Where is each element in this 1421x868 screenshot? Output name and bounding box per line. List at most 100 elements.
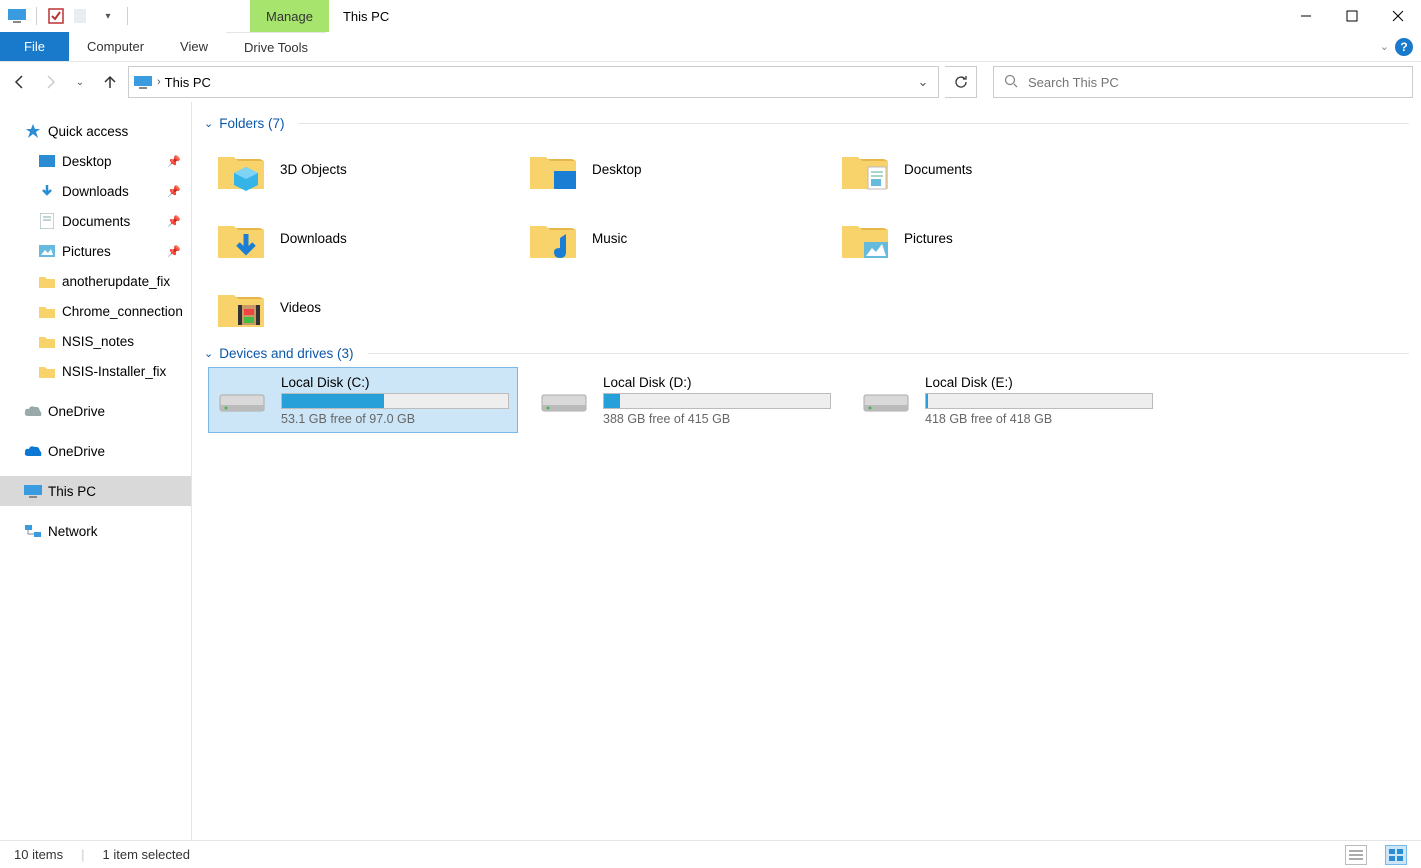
view-details-button[interactable] [1345,845,1367,865]
address-bar[interactable]: › This PC ⌄ [128,66,939,98]
tab-view[interactable]: View [162,32,226,61]
sidebar-item-desktop[interactable]: Desktop 📌 [0,146,191,176]
tab-computer[interactable]: Computer [69,32,162,61]
new-folder-icon[interactable] [71,5,93,27]
tab-file[interactable]: File [0,32,69,61]
quick-access-toolbar: ▾ [0,0,138,32]
status-item-count: 10 items [14,847,63,862]
drive-icon [861,380,911,420]
folder-item[interactable]: 3D Objects [208,137,508,202]
sidebar-label: NSIS_notes [62,334,134,349]
sidebar-item-folder[interactable]: Chrome_connection [0,296,191,326]
network-icon [24,522,42,540]
onedrive-icon [24,442,42,460]
address-dropdown-icon[interactable]: ⌄ [912,74,934,90]
sidebar-item-folder[interactable]: NSIS-Installer_fix [0,356,191,386]
folder-icon [216,283,266,333]
drive-name: Local Disk (D:) [603,375,831,390]
pin-icon: 📌 [167,185,181,198]
folder-item[interactable]: Desktop [520,137,820,202]
back-button[interactable] [8,70,32,94]
ribbon-expand-icon[interactable]: ⌄ [1380,40,1389,53]
pc-icon [24,482,42,500]
drive-capacity-bar [281,393,509,409]
sidebar-item-folder[interactable]: anotherupdate_fix [0,266,191,296]
drive-icon [539,380,589,420]
pin-icon: 📌 [167,155,181,168]
folder-label: Documents [904,162,972,177]
refresh-button[interactable] [945,66,977,98]
sidebar-item-pictures[interactable]: Pictures 📌 [0,236,191,266]
drive-item[interactable]: Local Disk (C:)53.1 GB free of 97.0 GB [208,367,518,433]
drive-free-text: 418 GB free of 418 GB [925,412,1153,426]
folder-icon [216,214,266,264]
maximize-button[interactable] [1329,0,1375,32]
status-selected-count: 1 item selected [103,847,190,862]
folder-icon [38,302,56,320]
folder-item[interactable]: Pictures [832,206,1132,271]
sidebar-network[interactable]: Network [0,516,191,546]
search-input[interactable] [1028,75,1402,90]
drive-free-text: 388 GB free of 415 GB [603,412,831,426]
sidebar-onedrive[interactable]: OneDrive [0,436,191,466]
folder-icon [840,214,890,264]
folder-label: Videos [280,300,321,315]
pin-icon: 📌 [167,215,181,228]
drive-capacity-bar [603,393,831,409]
drive-capacity-bar [925,393,1153,409]
sidebar-this-pc[interactable]: This PC [0,476,191,506]
qat-dropdown-icon[interactable]: ▾ [97,5,119,27]
sidebar-item-documents[interactable]: Documents 📌 [0,206,191,236]
sidebar-label: OneDrive [48,444,105,459]
address-text[interactable]: This PC [165,75,908,90]
drive-name: Local Disk (E:) [925,375,1153,390]
sidebar-label: Downloads [62,184,129,199]
sidebar-quick-access[interactable]: Quick access [0,116,191,146]
sidebar-label: Pictures [62,244,111,259]
folder-label: Pictures [904,231,953,246]
view-tiles-button[interactable] [1385,845,1407,865]
separator [127,7,128,25]
group-header-label: Devices and drives (3) [219,346,353,361]
folder-icon [38,332,56,350]
context-tab-manage[interactable]: Manage [250,0,329,32]
sidebar-label: This PC [48,484,96,499]
folder-icon [216,145,266,195]
sidebar-label: Quick access [48,124,128,139]
pictures-icon [38,242,56,260]
recent-locations-button[interactable]: ⌄ [68,70,92,94]
pin-icon: 📌 [167,245,181,258]
onedrive-icon [24,402,42,420]
pc-icon [133,72,153,92]
group-header-folders[interactable]: ⌄ Folders (7) [192,112,1421,135]
breadcrumb-separator-icon[interactable]: › [157,76,161,88]
documents-icon [38,212,56,230]
minimize-button[interactable] [1283,0,1329,32]
sidebar-label: Chrome_connection [62,304,183,319]
group-header-drives[interactable]: ⌄ Devices and drives (3) [192,342,1421,365]
folder-item[interactable]: Documents [832,137,1132,202]
drive-name: Local Disk (C:) [281,375,509,390]
folder-item[interactable]: Videos [208,275,508,340]
sidebar-onedrive[interactable]: OneDrive [0,396,191,426]
forward-button[interactable] [38,70,62,94]
sidebar-item-folder[interactable]: NSIS_notes [0,326,191,356]
up-button[interactable] [98,70,122,94]
folder-item[interactable]: Music [520,206,820,271]
tab-drive-tools[interactable]: Drive Tools [226,32,326,61]
folder-icon [528,214,578,264]
search-box[interactable] [993,66,1413,98]
spacer [138,0,250,32]
folder-item[interactable]: Downloads [208,206,508,271]
folder-label: Desktop [592,162,642,177]
sidebar-label: Desktop [62,154,112,169]
drive-item[interactable]: Local Disk (E:) 418 GB free of 418 GB [852,367,1162,433]
downloads-icon [38,182,56,200]
close-button[interactable] [1375,0,1421,32]
help-button[interactable]: ? [1395,38,1413,56]
properties-icon[interactable] [45,5,67,27]
sidebar-item-downloads[interactable]: Downloads 📌 [0,176,191,206]
drive-item[interactable]: Local Disk (D:) 388 GB free of 415 GB [530,367,840,433]
sidebar-label: Network [48,524,98,539]
navigation-pane: Quick access Desktop 📌 Downloads 📌 Docum… [0,102,192,840]
